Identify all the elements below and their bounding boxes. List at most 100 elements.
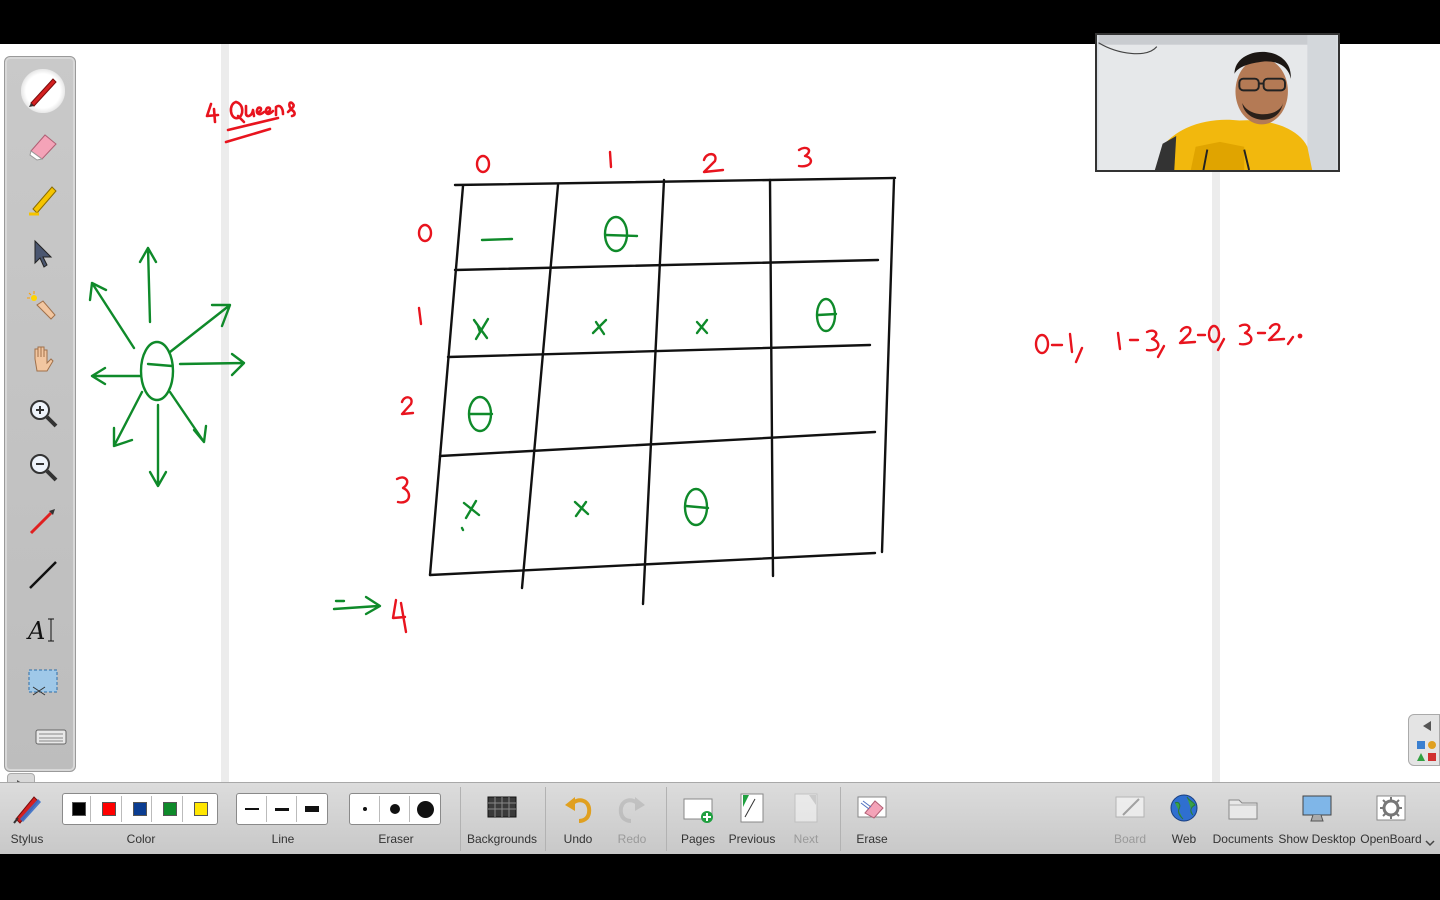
pen-tool[interactable] [21,69,65,113]
arrow-cursor-icon [34,239,53,268]
next-page-button[interactable]: Next [780,783,832,855]
add-page-icon [683,798,713,823]
color-swatches [62,793,218,825]
capture-tool[interactable] [21,661,65,705]
selector-tool[interactable] [21,231,65,275]
backgrounds-icon [487,796,517,818]
eraser-small[interactable] [350,796,380,822]
folder-icon [1228,799,1258,820]
backgrounds-label: Backgrounds [466,832,538,846]
line-width-options [236,793,328,825]
erase-board-icon [857,796,887,819]
web-button[interactable]: Web [1158,783,1210,855]
color-yellow[interactable] [189,796,213,822]
separator [545,787,546,851]
eraser-large[interactable] [410,796,440,822]
presenter-video [1098,35,1337,170]
gear-icon [1376,795,1406,821]
text-icon: A [26,617,54,645]
laser-pen-icon [29,509,55,535]
eraser-label: Eraser [378,832,414,846]
color-green[interactable] [158,796,183,822]
line-thick[interactable] [297,796,327,822]
undo-icon [565,797,592,823]
zoom-in-icon [30,400,58,428]
line-width-group: Line [236,783,330,855]
svg-text:A: A [26,617,45,645]
eraser-icon [29,134,57,161]
next-page-icon [794,793,818,823]
eraser-size-group: Eraser [349,783,443,855]
laser-hand-icon [27,291,56,320]
zoom-out-icon [30,454,58,482]
keyboard-tool[interactable] [29,715,73,759]
separator [666,787,667,851]
board-icon [1115,796,1145,818]
pen-icon [29,78,57,107]
color-blue[interactable] [128,796,153,822]
line-tool[interactable] [21,553,65,597]
color-label: Color [126,832,156,846]
row-labels [395,223,433,504]
eraser-tool[interactable] [21,123,65,167]
web-label: Web [1171,832,1197,846]
monitor-icon [1302,795,1332,822]
webcam-feed [1095,33,1340,172]
stylus-icon [13,796,41,824]
redo-button[interactable]: Redo [606,783,658,855]
line-medium[interactable] [267,796,297,822]
bottom-toolbar: Stylus Color Line Eraser Backgrounds Und… [0,782,1440,854]
erase-board-button[interactable]: Erase [846,783,898,855]
board-label: Board [1113,832,1147,846]
color-red[interactable] [97,796,122,822]
pointer-tool[interactable] [21,499,65,543]
separator [460,787,461,851]
hand-tool[interactable] [21,337,65,381]
arrow-note [332,595,408,634]
openboard-label: OpenBoard [1360,832,1422,846]
stylus-label: Stylus [10,832,44,846]
next-label: Next [793,832,819,846]
documents-button[interactable]: Documents [1212,783,1274,855]
color-black[interactable] [67,796,92,822]
bottom-letterbox [0,854,1440,900]
globe-icon [1170,794,1198,822]
redo-icon [618,797,645,823]
pages-button[interactable]: Pages [672,783,724,855]
zoom-in-tool[interactable] [21,391,65,435]
laser-pointer-tool[interactable] [21,285,65,329]
board-grid [428,176,897,606]
board-mode-button[interactable]: Board [1104,783,1156,855]
color-group: Color [62,783,220,855]
show-desktop-button[interactable]: Show Desktop [1278,783,1356,855]
previous-label: Previous [728,832,776,846]
screen: A Stylus Color Line Eraser Backgrounds U… [0,0,1440,900]
tool-palette: A [4,56,76,823]
hand-icon [34,346,54,372]
column-labels [475,146,813,174]
previous-page-button[interactable]: Previous [726,783,778,855]
marker-tool[interactable] [21,177,65,221]
stylus-button[interactable]: Stylus [4,783,50,855]
highlighter-icon [29,186,57,216]
previous-page-icon [740,793,764,823]
separator [840,787,841,851]
heading-4-queens [205,100,296,144]
show-desktop-label: Show Desktop [1278,832,1356,846]
openboard-menu-button[interactable]: OpenBoard [1358,783,1424,855]
line-thin[interactable] [237,796,267,822]
erase-label: Erase [856,832,888,846]
backgrounds-button[interactable]: Backgrounds [466,783,538,855]
library-panel-toggle[interactable] [1408,714,1440,766]
eraser-size-options [349,793,441,825]
library-icon [1417,721,1436,761]
screen-capture-icon [28,669,58,696]
queen-directions-diagram [88,246,246,488]
line-label: Line [271,832,295,846]
text-tool[interactable]: A [21,607,65,651]
zoom-out-tool[interactable] [21,445,65,489]
undo-button[interactable]: Undo [552,783,604,855]
documents-label: Documents [1212,832,1274,846]
keyboard-icon [35,729,67,745]
eraser-medium[interactable] [380,796,410,822]
